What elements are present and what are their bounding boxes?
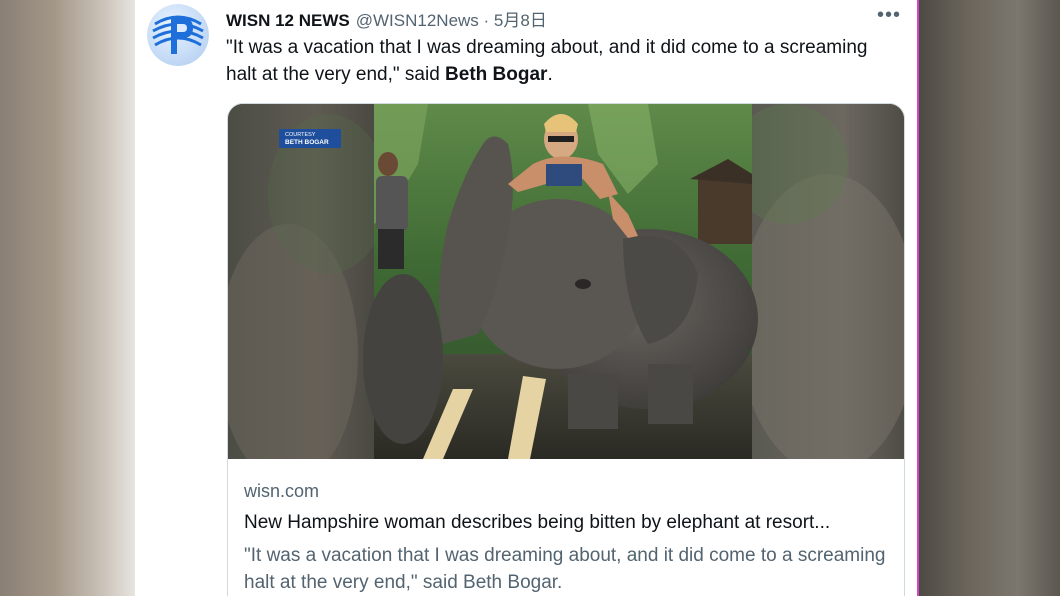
link-domain[interactable]: wisn.com xyxy=(244,479,894,503)
author-name[interactable]: WISN 12 NEWS xyxy=(226,11,350,30)
wisn-logo-icon xyxy=(147,4,209,66)
photo-credit-line2: BETH BOGAR xyxy=(285,139,329,146)
screen-border xyxy=(917,0,919,596)
tweet-mention-name: Beth Bogar xyxy=(445,64,548,85)
link-card-meta: wisn.com New Hampshire woman describes b… xyxy=(244,479,894,596)
more-options-icon[interactable]: ••• xyxy=(877,4,901,27)
blurred-background-right xyxy=(919,0,1060,596)
elephant-photo: COURTESY BETH BOGAR xyxy=(228,104,904,459)
avatar[interactable] xyxy=(147,4,209,66)
link-description[interactable]: "It was a vacation that I was dreaming a… xyxy=(244,542,894,596)
tweet-text: "It was a vacation that I was dreaming a… xyxy=(226,34,886,88)
photo-credit-line1: COURTESY xyxy=(285,132,316,138)
tweet-header: WISN 12 NEWS @WISN12News · 5月8日 xyxy=(226,6,547,31)
link-preview-image[interactable]: COURTESY BETH BOGAR xyxy=(228,104,904,459)
tweet-card[interactable]: WISN 12 NEWS @WISN12News · 5月8日 ••• "It w… xyxy=(135,0,917,596)
tweet-date[interactable]: · 5月8日 xyxy=(484,11,547,30)
author-handle[interactable]: @WISN12News xyxy=(356,11,479,30)
blurred-background-left xyxy=(0,0,135,596)
tweet-text-end: . xyxy=(547,64,553,85)
link-preview-card[interactable]: COURTESY BETH BOGAR wisn.com New Hampshi… xyxy=(227,103,905,596)
link-title[interactable]: New Hampshire woman describes being bitt… xyxy=(244,510,894,536)
